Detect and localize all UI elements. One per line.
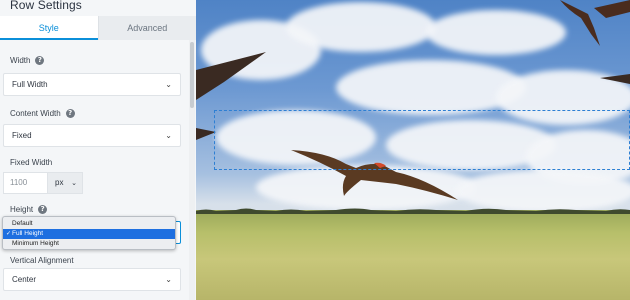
- bird-icon: [560, 0, 630, 46]
- help-icon[interactable]: ?: [65, 109, 75, 118]
- content-width-label: Content Width: [10, 109, 61, 118]
- vertical-alignment-value: Center: [12, 275, 37, 284]
- dropdown-option-minimum-height[interactable]: Minimum Height: [3, 239, 175, 249]
- content-width-value: Fixed: [12, 131, 32, 140]
- height-dropdown-menu: Default ✓ Full Height Minimum Height: [2, 216, 176, 250]
- content-width-select[interactable]: Fixed ⌄: [3, 124, 181, 147]
- width-value: Full Width: [12, 80, 48, 89]
- unit-select[interactable]: px ⌄: [47, 172, 83, 194]
- unit-value: px: [55, 178, 64, 187]
- dropdown-option-label: Full Height: [12, 230, 44, 237]
- fixed-width-input[interactable]: 1100: [3, 172, 47, 194]
- fixed-width-label: Fixed Width: [10, 158, 53, 167]
- chevron-down-icon: ⌄: [165, 275, 172, 284]
- vertical-alignment-label-row: Vertical Alignment: [10, 256, 74, 265]
- panel-title: Row Settings: [0, 0, 196, 14]
- dropdown-option-default[interactable]: Default: [3, 219, 175, 229]
- tab-advanced[interactable]: Advanced: [97, 16, 196, 40]
- scrollbar-thumb[interactable]: [190, 42, 194, 108]
- height-label-row: Height ?: [10, 205, 48, 214]
- content-width-label-row: Content Width ?: [10, 109, 75, 118]
- row-selection-outline[interactable]: [214, 110, 630, 170]
- chevron-down-icon: ⌄: [71, 179, 77, 187]
- row-settings-panel: Row Settings Style Advanced Width ? Full…: [0, 0, 196, 300]
- chevron-down-icon: ⌄: [165, 80, 172, 89]
- height-label: Height: [10, 205, 34, 214]
- help-icon[interactable]: ?: [38, 205, 48, 214]
- tab-bar: Style Advanced: [0, 16, 196, 40]
- check-icon: ✓: [6, 230, 12, 237]
- width-select[interactable]: Full Width ⌄: [3, 73, 181, 96]
- chevron-down-icon: ⌄: [165, 131, 172, 140]
- width-label: Width: [10, 56, 31, 65]
- dropdown-option-full-height[interactable]: ✓ Full Height: [3, 229, 175, 239]
- vertical-alignment-select[interactable]: Center ⌄: [3, 268, 181, 291]
- fixed-width-label-row: Fixed Width: [10, 158, 52, 167]
- bird-icon: [600, 74, 630, 84]
- help-icon[interactable]: ?: [35, 56, 45, 65]
- width-label-row: Width ?: [10, 56, 45, 65]
- vertical-alignment-label: Vertical Alignment: [10, 256, 74, 265]
- tab-style[interactable]: Style: [0, 16, 98, 40]
